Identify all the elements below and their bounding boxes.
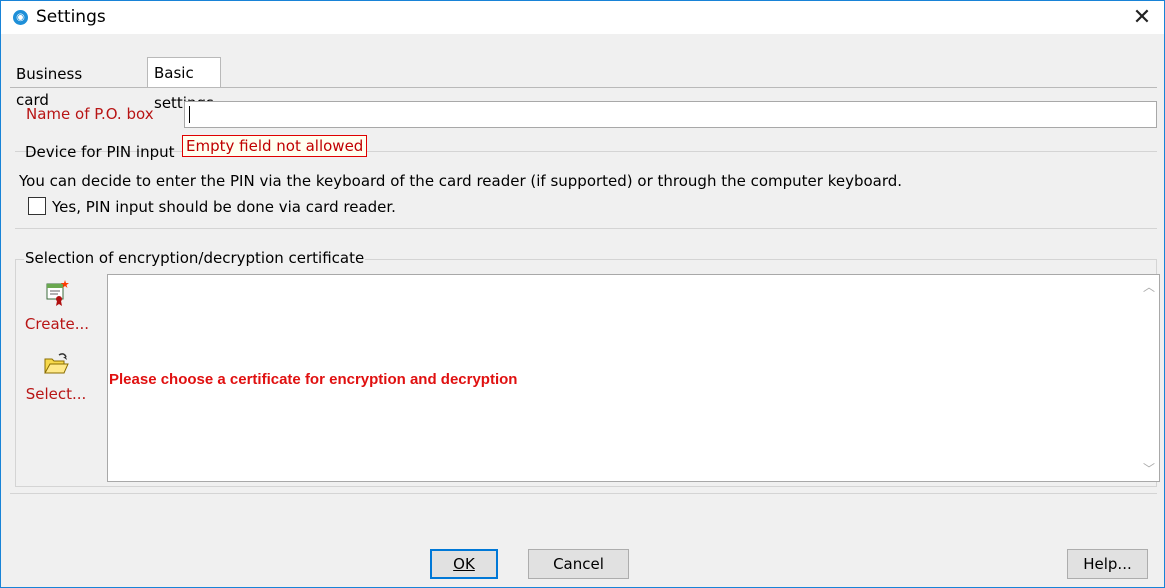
scroll-down-icon[interactable]: ﹀	[1139, 459, 1159, 479]
vertical-scrollbar[interactable]: ︿ ﹀	[1139, 275, 1159, 481]
create-certificate-button[interactable]: Create...	[12, 279, 102, 333]
certificate-create-icon	[46, 280, 69, 306]
app-icon: ◉	[13, 10, 28, 25]
tab-divider	[10, 87, 1157, 88]
po-box-input[interactable]	[184, 101, 1157, 128]
create-label: Create...	[24, 315, 90, 333]
help-button[interactable]: Help...	[1067, 549, 1148, 579]
po-box-label: Name of P.O. box	[26, 105, 154, 123]
ok-label: OK	[453, 555, 475, 573]
pin-section-bottom-divider	[15, 228, 1157, 229]
certificate-display-area[interactable]: Please choose a certificate for encrypti…	[107, 274, 1160, 482]
error-tooltip: Empty field not allowed	[182, 135, 368, 157]
certificate-message: Please choose a certificate for encrypti…	[109, 371, 518, 388]
pin-card-reader-checkbox[interactable]	[28, 197, 46, 215]
tab-business-card[interactable]: Business card	[10, 61, 88, 109]
title-bar[interactable]: ◉ Settings ✕	[1, 1, 1164, 34]
scroll-up-icon[interactable]: ︿	[1139, 277, 1159, 297]
text-caret	[189, 106, 190, 123]
footer-divider	[10, 493, 1157, 494]
close-icon: ✕	[1132, 5, 1152, 30]
pin-card-reader-label[interactable]: Yes, PIN input should be done via card r…	[52, 198, 396, 216]
cancel-button[interactable]: Cancel	[528, 549, 629, 579]
pin-description: You can decide to enter the PIN via the …	[19, 172, 903, 190]
certificate-group-title: Selection of encryption/decryption certi…	[24, 249, 366, 267]
select-certificate-button[interactable]: Select...	[11, 351, 101, 403]
open-folder-icon	[44, 353, 69, 374]
tab-basic-settings[interactable]: Basic settings	[147, 57, 221, 112]
select-label: Select...	[25, 385, 87, 403]
settings-dialog: ◉ Settings ✕ Business card Basic setting…	[0, 0, 1165, 588]
ok-button[interactable]: OK	[430, 549, 498, 579]
close-button[interactable]: ✕	[1120, 1, 1164, 34]
help-label: Help...	[1083, 555, 1132, 573]
pin-heading: Device for PIN input	[25, 143, 175, 161]
window-title: Settings	[36, 7, 106, 27]
cancel-label: Cancel	[553, 555, 604, 573]
